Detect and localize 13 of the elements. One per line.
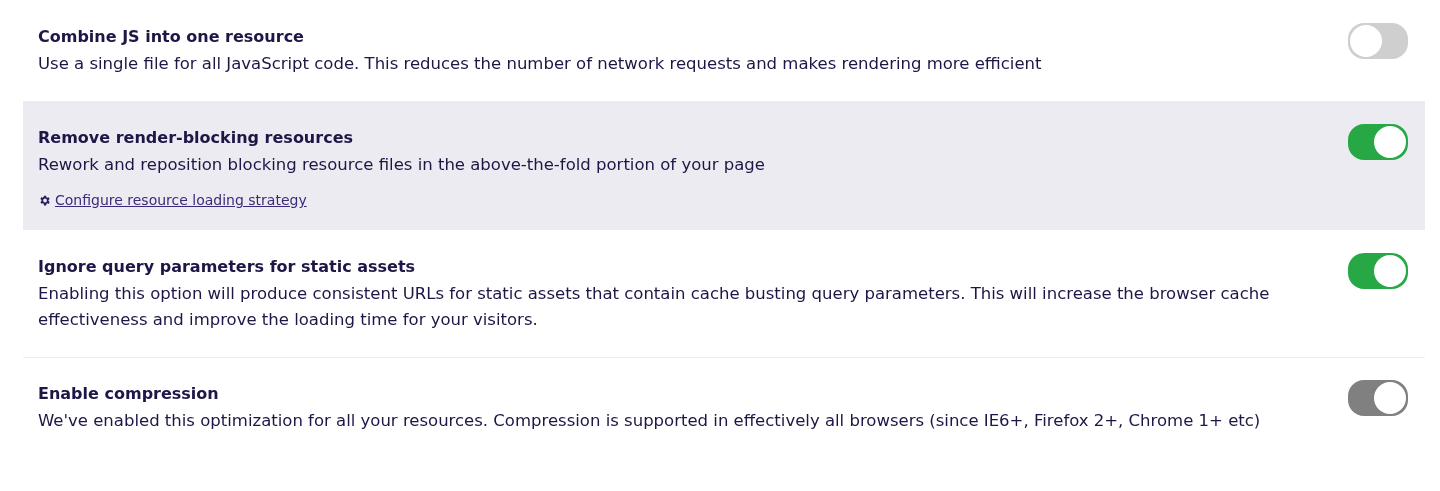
setting-description: Use a single file for all JavaScript code. This reduces the number of network requests and makes rendering more efficient	[38, 53, 1043, 75]
setting-title: Enable compression	[38, 383, 220, 405]
setting-title: Ignore query parameters for static assets	[38, 256, 417, 278]
toggle-switch[interactable]	[1348, 23, 1408, 59]
setting-description: Enabling this option will produce consistent URLs for static assets that contain cache busting query parameters. This will increase the browser cache effectiveness and improve the loading time for your visitors.	[38, 283, 1271, 331]
gear-icon	[38, 193, 51, 207]
setting-description: Rework and reposition blocking resource files in the above-the-fold portion of your page	[38, 154, 766, 176]
setting-description: We've enabled this optimization for all your resources. Compression is supported in effectively all browsers (since IE6+, Firefox 2+, Chrome 1+ etc)	[38, 410, 1262, 432]
setting-title: Combine JS into one resource	[38, 26, 305, 48]
toggle-switch[interactable]	[1348, 124, 1408, 160]
toggle-switch[interactable]	[1348, 253, 1408, 289]
setting-title: Remove render-blocking resources	[38, 127, 354, 149]
configure-link[interactable]: Configure resource loading strategy	[55, 192, 307, 208]
